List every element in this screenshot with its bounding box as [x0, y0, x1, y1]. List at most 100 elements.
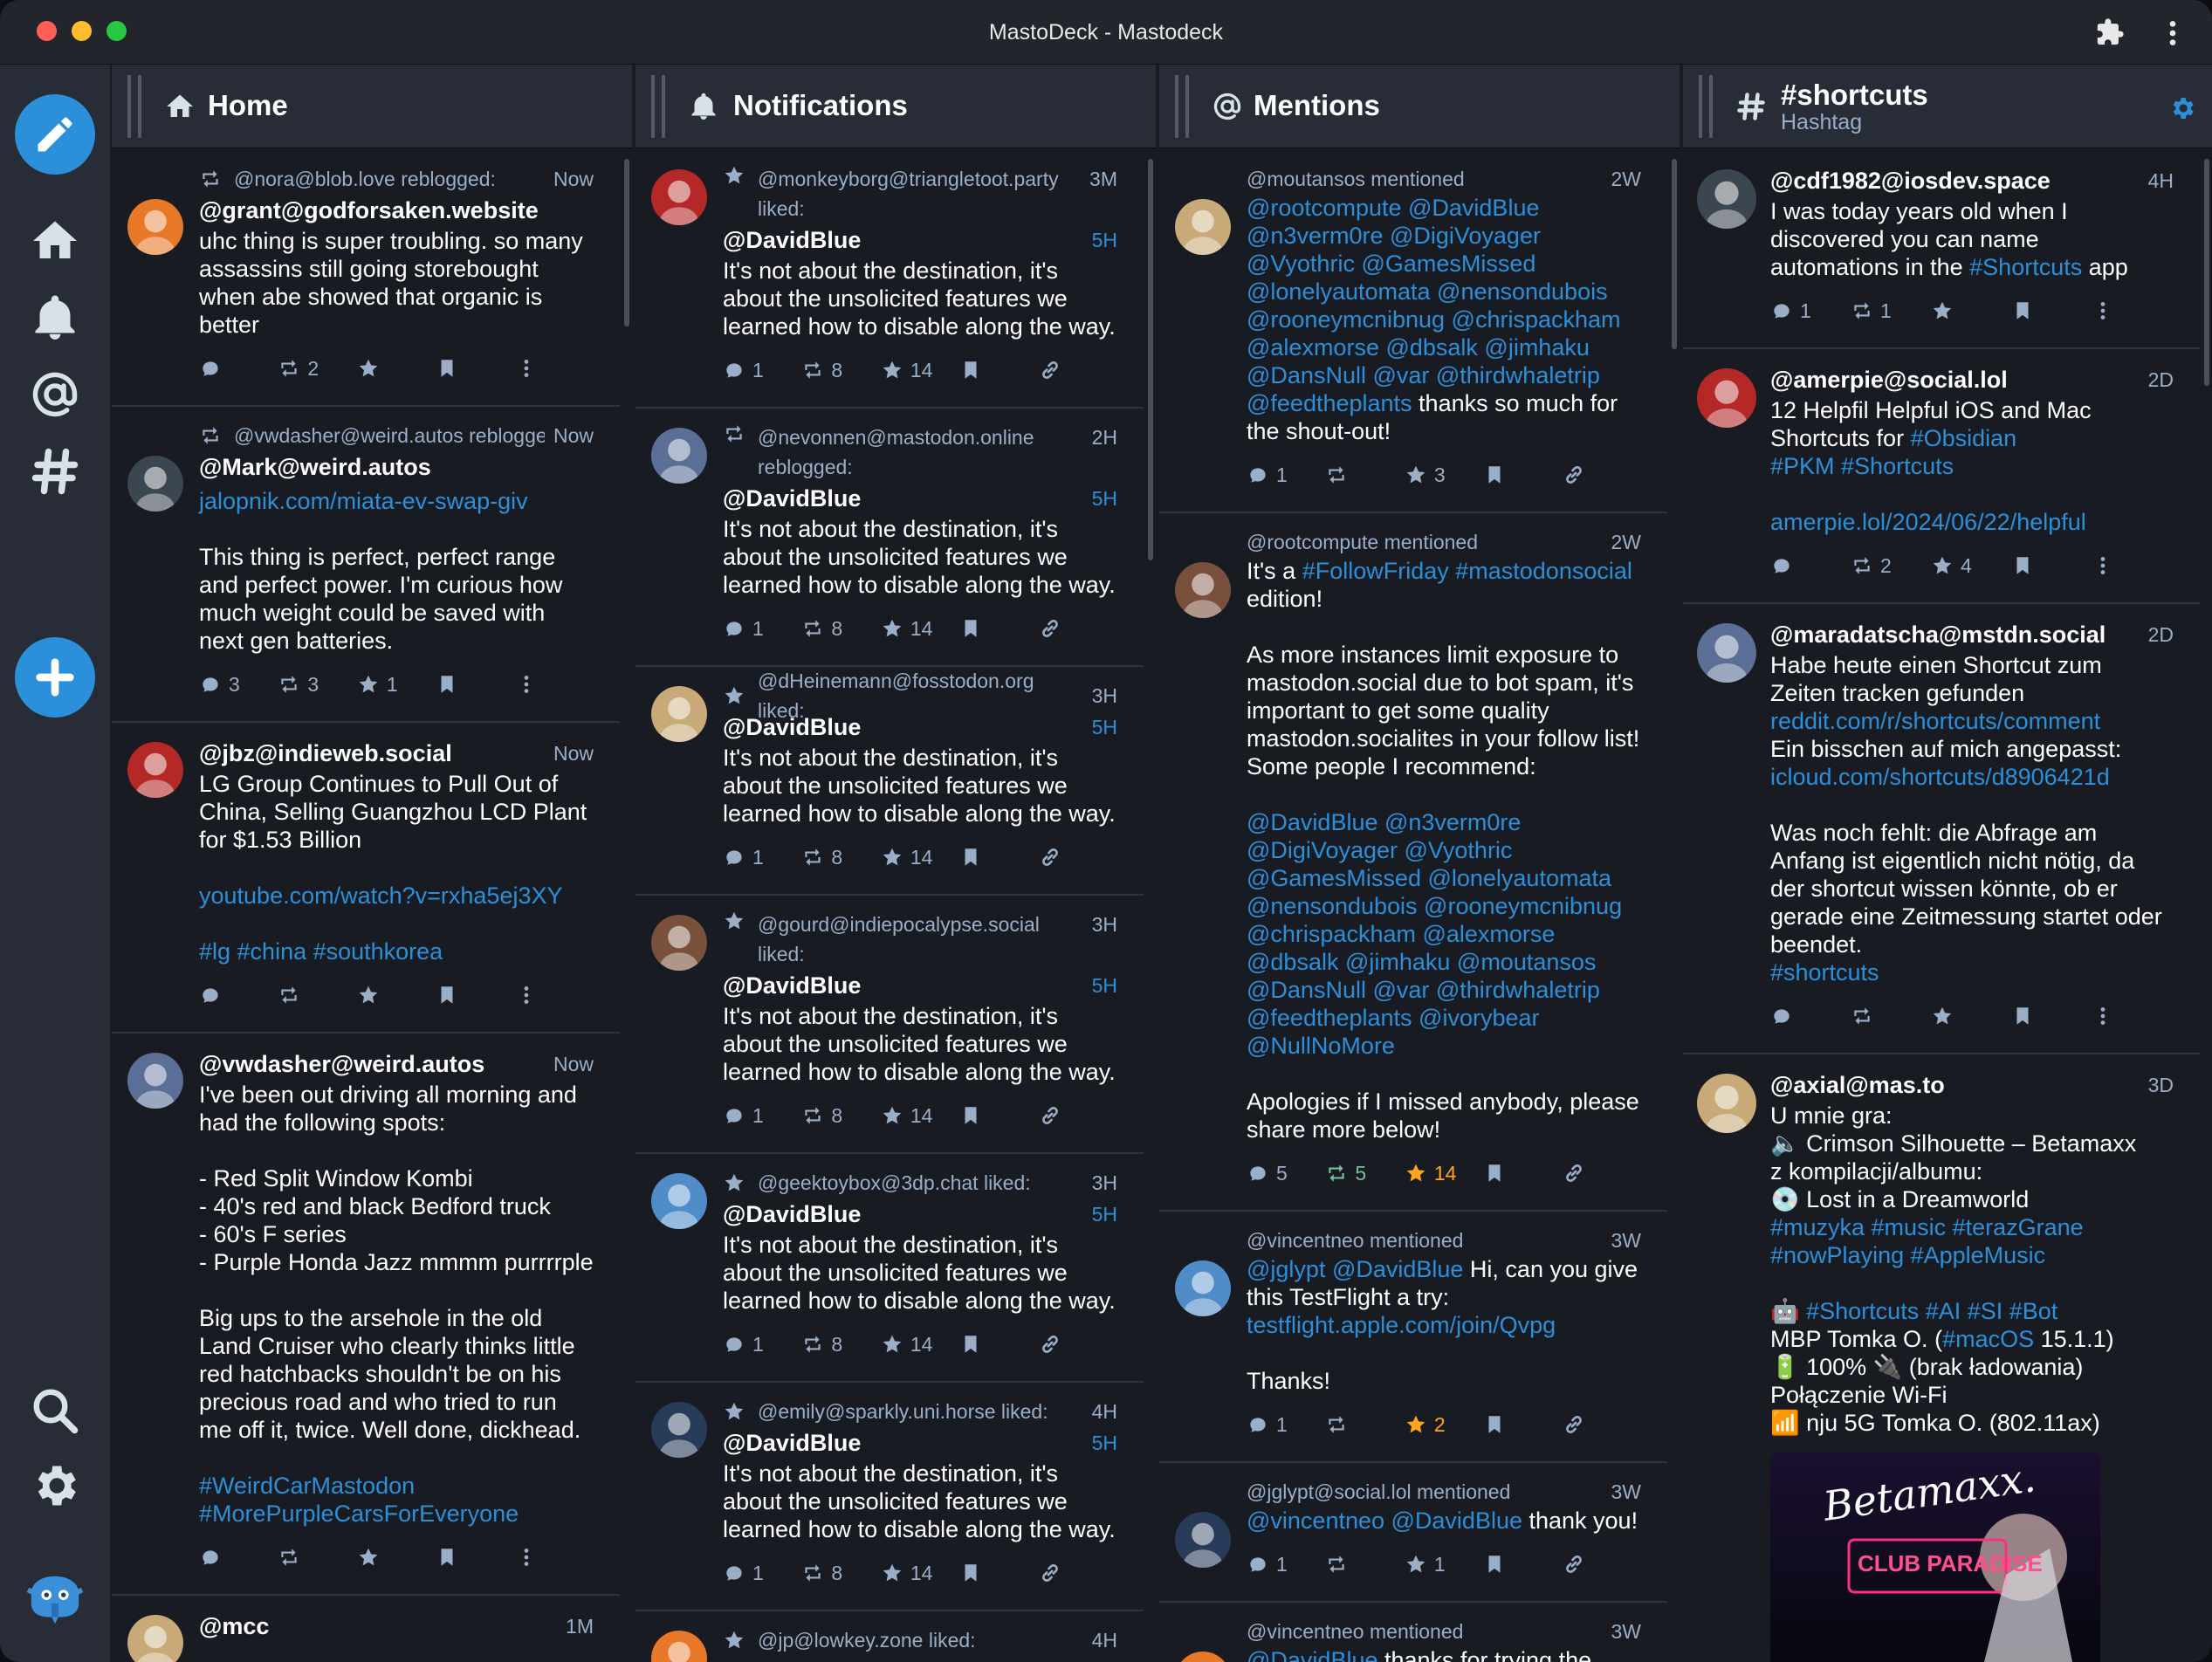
copy-link-button[interactable]: [1039, 1333, 1117, 1356]
post-author[interactable]: @maradatscha@mstdn.social 2D: [1770, 618, 2174, 651]
bookmark-button[interactable]: [436, 673, 514, 696]
post-author[interactable]: @Mark@weird.autos: [199, 450, 594, 484]
mentions-column-header[interactable]: Mentions: [1159, 65, 1680, 148]
boost-button[interactable]: 2: [278, 357, 356, 381]
status-post[interactable]: @mcc 1M: [112, 1596, 620, 1662]
more-button[interactable]: [515, 1546, 594, 1569]
bookmark-button[interactable]: [959, 359, 1038, 381]
avatar[interactable]: [1175, 1260, 1231, 1316]
post-link[interactable]: reddit.com/r/shortcuts/comment: [1770, 708, 2100, 734]
post-author[interactable]: @DavidBlue 5H: [723, 482, 1117, 515]
scrollbar[interactable]: [2204, 159, 2209, 386]
bookmark-button[interactable]: [2011, 554, 2092, 577]
post-link[interactable]: #lg #china #southkorea: [199, 937, 594, 965]
mentions-feed[interactable]: @moutansos mentioned 2W @rootcompute @Davi…: [1159, 150, 1667, 1662]
home-icon[interactable]: [29, 215, 81, 267]
favourite-button[interactable]: 4: [1931, 554, 2011, 578]
author-handle[interactable]: @DavidBlue: [723, 1198, 861, 1231]
reply-button[interactable]: [199, 984, 278, 1006]
favourite-button[interactable]: [357, 984, 436, 1006]
author-handle[interactable]: @DavidBlue: [723, 711, 861, 744]
mention-item[interactable]: @vincentneo mentioned 3W @DavidBlue thanks…: [1159, 1603, 1667, 1662]
notifications-column-header[interactable]: Notifications: [635, 65, 1156, 148]
post-author[interactable]: @axial@mas.to 3D: [1770, 1068, 2174, 1102]
post-author[interactable]: @DavidBlue 5H: [723, 1426, 1117, 1459]
copy-link-button[interactable]: [1039, 1104, 1117, 1127]
favourite-button[interactable]: [1931, 1005, 2011, 1027]
favourite-button[interactable]: 14: [881, 1562, 959, 1585]
reply-button[interactable]: [199, 1546, 278, 1569]
favourite-button[interactable]: [1931, 299, 2011, 322]
avatar[interactable]: [1697, 623, 1756, 683]
bookmark-button[interactable]: [1483, 1413, 1562, 1436]
notification-actor[interactable]: @gourd@indiepocalypse.social liked:: [758, 910, 1083, 969]
reply-button[interactable]: 1: [1247, 464, 1325, 487]
bookmark-button[interactable]: [959, 1104, 1038, 1127]
bookmark-button[interactable]: [959, 1333, 1038, 1356]
bookmark-button[interactable]: [959, 846, 1038, 869]
scrollbar[interactable]: [1148, 159, 1153, 560]
post-link[interactable]: @DavidBlue: [1247, 1647, 1377, 1662]
post-link[interactable]: jalopnik.com/miata-ev-swap-giv: [199, 487, 594, 515]
post-link[interactable]: testflight.apple.com/join/Qvpg: [1247, 1312, 1556, 1338]
copy-link-button[interactable]: [1039, 359, 1117, 381]
mentioned-by[interactable]: @rootcompute mentioned: [1247, 527, 1603, 557]
more-button[interactable]: [2092, 1005, 2172, 1027]
author-handle[interactable]: @jbz@indieweb.social: [199, 737, 452, 770]
author-handle[interactable]: @mcc: [199, 1610, 269, 1643]
mention-item[interactable]: @rootcompute mentioned 2W It's a #FollowFr…: [1159, 513, 1667, 1212]
at-icon[interactable]: [29, 368, 81, 421]
avatar[interactable]: [651, 169, 707, 225]
bookmark-button[interactable]: [2011, 299, 2092, 322]
post-link[interactable]: #Shortcuts: [1969, 254, 2082, 280]
mentioned-by[interactable]: @vincentneo mentioned: [1247, 1226, 1603, 1255]
post-link[interactable]: #WeirdCarMastodon: [199, 1472, 594, 1500]
notifications-feed[interactable]: @monkeyborg@triangletoot.party liked: 3M @…: [635, 150, 1144, 1662]
reply-button[interactable]: 1: [1770, 299, 1851, 323]
author-handle[interactable]: @DavidBlue: [723, 223, 861, 257]
post-author[interactable]: @cdf1982@iosdev.space 4H: [1770, 164, 2174, 197]
copy-link-button[interactable]: [1039, 617, 1117, 640]
reply-button[interactable]: 1: [723, 359, 801, 382]
post-link[interactable]: #shortcuts: [1770, 959, 1879, 986]
status-post[interactable]: @vwdasher@weird.autos Now I've been out dr…: [112, 1034, 620, 1596]
reply-button[interactable]: 1: [723, 1562, 801, 1585]
post-link[interactable]: @jglypt @DavidBlue: [1247, 1256, 1463, 1282]
favourite-button[interactable]: 3: [1405, 464, 1483, 487]
reply-button[interactable]: [1770, 554, 1851, 577]
avatar[interactable]: [1175, 199, 1231, 255]
notification-item[interactable]: @emily@sparkly.uni.horse liked: 4H @DavidB…: [635, 1383, 1144, 1611]
mention-item[interactable]: @moutansos mentioned 2W @rootcompute @Davi…: [1159, 150, 1667, 513]
reply-button[interactable]: 5: [1247, 1162, 1325, 1185]
hashtag-post[interactable]: @maradatscha@mstdn.social 2D Habe heute ei…: [1683, 604, 2200, 1054]
boost-button[interactable]: [278, 1546, 356, 1569]
boost-button[interactable]: 1: [1851, 299, 1931, 323]
boost-button[interactable]: 8: [801, 1333, 880, 1356]
mastodon-logo-icon[interactable]: [21, 1569, 89, 1631]
post-link[interactable]: #muzyka #music #terazGrane #nowPlaying #…: [1770, 1214, 2084, 1268]
author-handle[interactable]: @cdf1982@iosdev.space: [1770, 164, 2051, 197]
avatar[interactable]: [1175, 562, 1231, 618]
boost-button[interactable]: [1325, 464, 1404, 486]
boost-button[interactable]: 5: [1325, 1162, 1404, 1185]
favourite-button[interactable]: 1: [357, 673, 436, 697]
post-author[interactable]: @DavidBlue 5H: [723, 1655, 1117, 1662]
notification-item[interactable]: @nevonnen@mastodon.online reblogged: 2H @D…: [635, 409, 1144, 667]
avatar[interactable]: [1697, 1074, 1756, 1133]
notification-item[interactable]: @dHeinemann@fosstodon.org liked: 3H @David…: [635, 667, 1144, 896]
post-link[interactable]: icloud.com/shortcuts/d8906421d: [1770, 764, 2110, 790]
home-feed[interactable]: @nora@blob.love reblogged: Now @grant@godf…: [112, 150, 620, 1662]
bookmark-button[interactable]: [436, 357, 514, 380]
post-author[interactable]: @DavidBlue 5H: [723, 969, 1117, 1002]
bookmark-button[interactable]: [959, 617, 1038, 640]
author-handle[interactable]: @DavidBlue: [723, 969, 861, 1002]
bookmark-button[interactable]: [2011, 1005, 2092, 1027]
favourite-button[interactable]: [357, 1546, 436, 1569]
avatar[interactable]: [651, 686, 707, 742]
boost-button[interactable]: 8: [801, 617, 880, 641]
post-link[interactable]: #MorePurpleCarsForEveryone: [199, 1500, 594, 1528]
reply-button[interactable]: 1: [723, 617, 801, 641]
home-column-header[interactable]: Home: [112, 65, 632, 148]
post-link[interactable]: amerpie.lol/2024/06/22/helpful: [1770, 509, 2086, 535]
avatar[interactable]: [1175, 1512, 1231, 1568]
